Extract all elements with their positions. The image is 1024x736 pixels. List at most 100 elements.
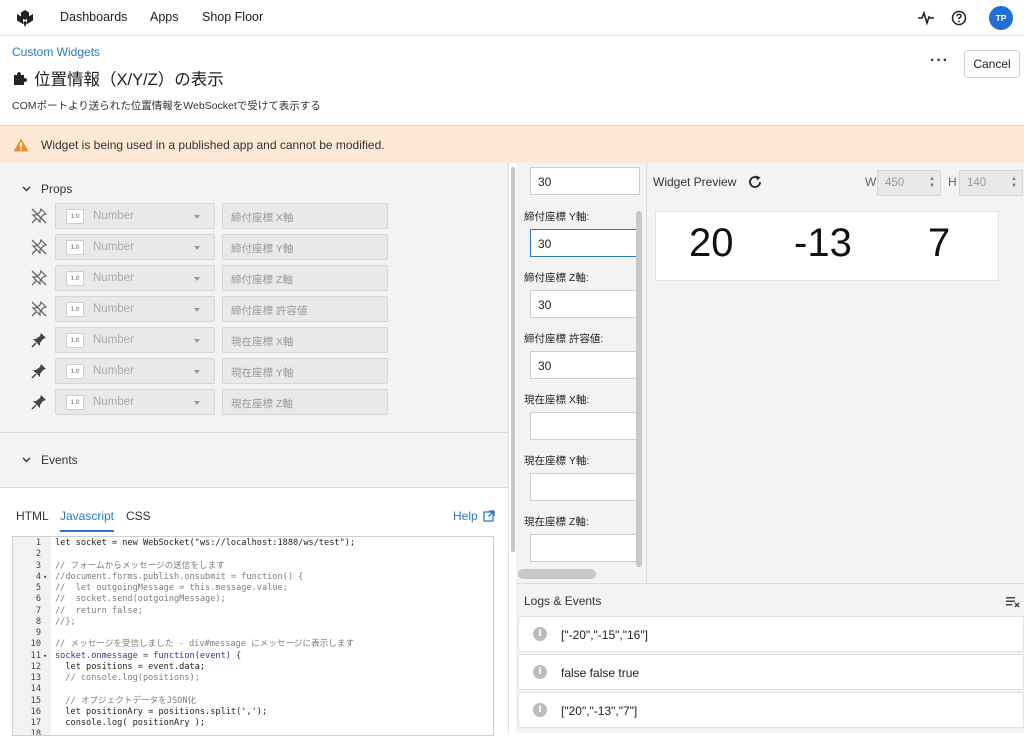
unpinned-icon[interactable] [30, 269, 48, 287]
tab-javascript[interactable]: Javascript [60, 509, 115, 532]
props-section-header[interactable]: Props [22, 182, 72, 196]
pane-divider[interactable] [508, 163, 516, 733]
info-icon: i [533, 665, 547, 679]
prop-value-input[interactable]: 30 [530, 229, 640, 257]
log-entry[interactable]: i ["20","-13","7"] [518, 692, 1024, 728]
prop-row: 1.0 Number 現在座標 X軸 [30, 327, 390, 353]
prop-type-select[interactable]: 1.0 Number [55, 327, 215, 353]
prop-name-input[interactable]: 締付座標 Z軸 [222, 265, 388, 291]
preview-value-y: -13 [794, 221, 852, 265]
prop-name-input[interactable]: 現在座標 Y軸 [222, 358, 388, 384]
section-divider [0, 432, 508, 433]
prop-type-select[interactable]: 1.0 Number [55, 389, 215, 415]
pin-icon[interactable] [30, 393, 48, 411]
external-link-icon [483, 510, 495, 522]
prop-row: 1.0 Number 締付座標 許容値 [30, 296, 390, 322]
prop-type-select[interactable]: 1.0 Number [55, 203, 215, 229]
number-type-icon: 1.0 [66, 240, 84, 255]
nav-dashboards[interactable]: Dashboards [60, 10, 127, 24]
puzzle-icon [14, 72, 27, 85]
refresh-icon[interactable] [747, 174, 763, 190]
info-icon: i [533, 703, 547, 717]
code-line: socket.onmessage = function(event) { [55, 650, 242, 661]
prop-type-select[interactable]: 1.0 Number [55, 358, 215, 384]
title-text: 位置情報（X/Y/Z）の表示 [34, 71, 224, 89]
number-type-icon: 1.0 [66, 209, 84, 224]
fold-arrow-icon[interactable]: ▾ [43, 651, 47, 662]
line-number: 9 [35, 628, 41, 638]
log-entry[interactable]: i false false true [518, 654, 1024, 690]
page-title: 位置情報（X/Y/Z）の表示 [12, 66, 224, 90]
caret-down-icon [194, 339, 200, 343]
prop-value-label: 締付座標 Z軸: [524, 272, 589, 284]
prop-name-input[interactable]: 締付座標 Y軸 [222, 234, 388, 260]
code-line: // let outgoingMessage = this.message.va… [55, 583, 288, 593]
breadcrumb-custom-widgets[interactable]: Custom Widgets [12, 45, 100, 59]
fold-arrow-icon[interactable]: ▾ [43, 572, 47, 583]
line-number: 11 [30, 650, 41, 661]
log-entry-text: ["-20","-15","16"] [561, 628, 648, 642]
number-type-icon: 1.0 [66, 333, 84, 348]
more-options-button[interactable]: ··· [930, 52, 949, 70]
nav-shop-floor[interactable]: Shop Floor [202, 10, 263, 24]
tulip-logo-icon[interactable] [14, 7, 36, 29]
props-header-label: Props [41, 182, 73, 196]
prop-name-input[interactable]: 現在座標 X軸 [222, 327, 388, 353]
prop-name-input[interactable]: 締付座標 X軸 [222, 203, 388, 229]
fields-scrollbar[interactable] [636, 211, 642, 567]
code-line: let positions = event.data; [55, 661, 206, 672]
prop-type-select[interactable]: 1.0 Number [55, 265, 215, 291]
divider-scrollbar-thumb[interactable] [511, 167, 515, 552]
line-number: 1 [35, 538, 41, 548]
clear-logs-icon[interactable] [1006, 596, 1020, 608]
tab-html[interactable]: HTML [16, 509, 49, 523]
line-number: 8 [35, 616, 41, 627]
code-line: // フォームからメッセージの送信をします [55, 560, 225, 571]
cancel-button[interactable]: Cancel [964, 50, 1020, 78]
number-type-icon: 1.0 [66, 271, 84, 286]
prop-type-label: Number [93, 272, 134, 284]
help-circle-icon[interactable] [950, 9, 968, 27]
activity-icon[interactable] [917, 9, 935, 27]
log-entry[interactable]: i ["-20","-15","16"] [518, 616, 1024, 652]
preview-value-z: 7 [928, 221, 951, 265]
help-link[interactable]: Help [453, 509, 495, 523]
tab-css[interactable]: CSS [126, 509, 151, 523]
prop-type-select[interactable]: 1.0 Number [55, 234, 215, 260]
prop-values-panel: 30 締付座標 Y軸: 30 締付座標 Z軸: 30 締付座標 許容値: 30 現在座標 X… [516, 163, 646, 583]
line-number: 15 [30, 695, 41, 706]
line-number: 7 [35, 605, 41, 616]
user-avatar[interactable]: TP [989, 6, 1013, 30]
chevron-down-icon [22, 457, 31, 463]
prop-value-input[interactable] [530, 534, 640, 562]
code-line: let positionAry = positions.split(','); [55, 706, 268, 717]
width-spinner[interactable]: ▲ ▼ [929, 176, 935, 190]
code-line: // return false; [55, 605, 143, 616]
nav-apps[interactable]: Apps [150, 10, 179, 24]
warning-banner: Widget is being used in a published app … [0, 125, 1024, 163]
pin-icon[interactable] [30, 362, 48, 380]
horizontal-scrollbar[interactable] [518, 569, 596, 579]
prop-value-input[interactable]: 30 [530, 351, 640, 379]
prop-type-select[interactable]: 1.0 Number [55, 296, 215, 322]
prop-type-label: Number [93, 396, 134, 408]
events-section-header[interactable]: Events [22, 453, 78, 467]
prop-value-x-input[interactable]: 30 [530, 167, 640, 195]
prop-row: 1.0 Number 締付座標 Z軸 [30, 265, 390, 291]
prop-value-input[interactable]: 30 [530, 290, 640, 318]
width-label: W [865, 175, 877, 189]
prop-value-input[interactable] [530, 412, 640, 440]
number-type-icon: 1.0 [66, 302, 84, 317]
code-line: // console.log(positions); [55, 673, 200, 683]
prop-name-input[interactable]: 現在座標 Z軸 [222, 389, 388, 415]
unpinned-icon[interactable] [30, 207, 48, 225]
unpinned-icon[interactable] [30, 238, 48, 256]
height-spinner[interactable]: ▲ ▼ [1011, 176, 1017, 190]
code-editor[interactable]: 1 let socket = new WebSocket("ws://localh… [12, 536, 494, 736]
line-number: 10 [30, 639, 41, 650]
widget-preview-panel: Widget Preview W 450 ▲ ▼ H 140 ▲ ▼ 20 -13 … [646, 163, 1024, 583]
unpinned-icon[interactable] [30, 300, 48, 318]
prop-value-input[interactable] [530, 473, 640, 501]
prop-name-input[interactable]: 締付座標 許容値 [222, 296, 388, 322]
pin-icon[interactable] [30, 331, 48, 349]
